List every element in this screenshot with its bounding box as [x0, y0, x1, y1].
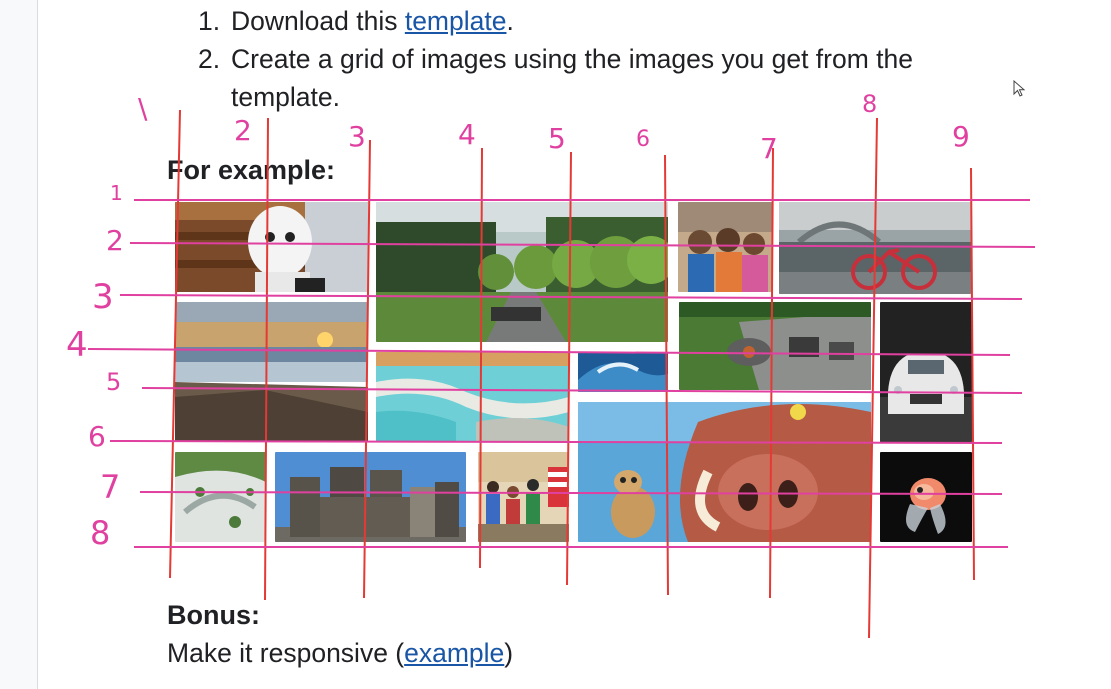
canal-bike-photo — [779, 202, 971, 294]
step-number: 1. — [198, 6, 221, 36]
bonus-heading: Bonus: — [167, 600, 260, 630]
castle-photo — [275, 452, 466, 542]
step-text-end: . — [506, 6, 514, 36]
sunset-coast-photo — [175, 302, 368, 442]
step-2: 2. Create a grid of images using the ima… — [198, 40, 998, 116]
example-link[interactable]: example — [404, 638, 504, 668]
step-1: 1. Download this template. — [198, 2, 998, 40]
tree-avenue-photo — [376, 202, 668, 342]
turquoise-pools-photo — [376, 352, 569, 442]
example-heading: For example: — [167, 155, 336, 185]
garden-patio-photo — [679, 302, 871, 390]
kids-photo — [678, 202, 772, 292]
template-link[interactable]: template — [405, 6, 507, 36]
wave-photo — [578, 352, 668, 392]
cartoon-photo — [578, 402, 871, 542]
bonus-text-after: ) — [504, 638, 514, 668]
crowd-photo — [478, 452, 569, 542]
step-text: Create a grid of images using the images… — [231, 44, 913, 112]
mouse-cursor-icon — [1013, 79, 1027, 103]
goldfish-photo — [880, 452, 972, 542]
aerial-park-photo — [175, 452, 266, 542]
white-car-photo — [880, 302, 972, 442]
instructions-list: 1. Download this template. 2. Create a g… — [198, 2, 998, 116]
step-number: 2. — [198, 44, 221, 74]
robot-photo — [175, 202, 368, 292]
step-text: Download this — [231, 6, 405, 36]
bonus-text: Make it responsive (example) — [167, 638, 513, 669]
bonus-text-before: Make it responsive ( — [167, 638, 405, 668]
